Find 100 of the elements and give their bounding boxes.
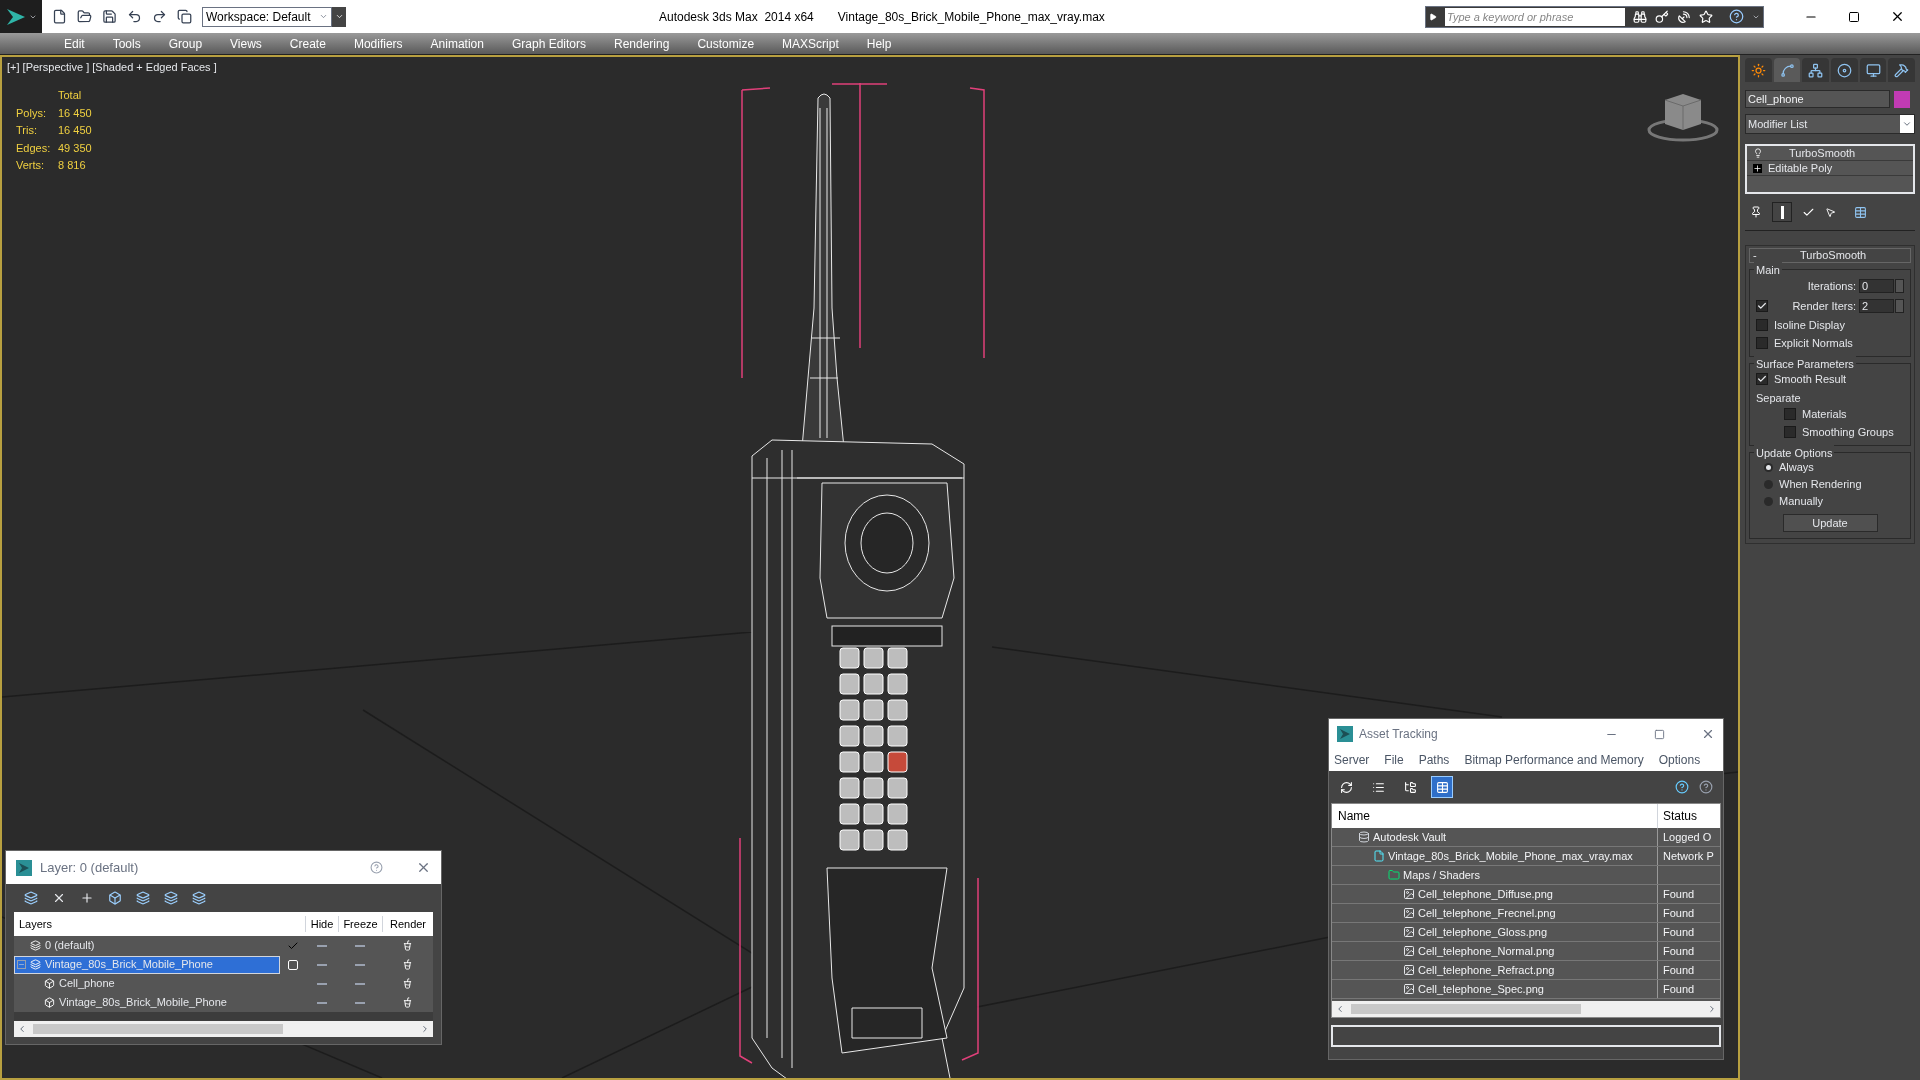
toolbar-options-button[interactable] (332, 6, 346, 27)
asset-row[interactable]: Cell_telephone_Diffuse.png (1332, 885, 1657, 903)
asset-row[interactable]: Cell_telephone_Spec.png (1332, 980, 1657, 998)
checkbox[interactable] (1756, 300, 1768, 312)
new-file-icon[interactable] (52, 9, 67, 24)
menu-item[interactable]: Rendering (600, 34, 684, 53)
stack-item[interactable]: Editable Poly (1747, 161, 1913, 176)
asset-name: Cell_telephone_Refract.png (1418, 962, 1555, 978)
rollout-header[interactable]: - TurboSmooth (1749, 248, 1911, 263)
viewcube-icon[interactable] (1647, 92, 1719, 142)
column-header[interactable]: Layers (14, 915, 280, 933)
asset-row[interactable]: Cell_telephone_Gloss.png (1332, 923, 1657, 941)
column-header[interactable]: Name (1332, 807, 1657, 825)
spinner-field[interactable]: 0 (1859, 279, 1894, 293)
app-menu-button[interactable] (0, 0, 42, 33)
column-header[interactable]: Freeze (338, 915, 382, 933)
add-icon[interactable] (80, 891, 94, 905)
hide-toggle-icon[interactable] (316, 963, 327, 966)
view-button[interactable] (1431, 776, 1453, 798)
freeze-toggle-icon[interactable] (355, 982, 365, 985)
undo-icon[interactable] (127, 9, 142, 24)
menu-item[interactable]: Views (216, 34, 276, 53)
asset-row[interactable]: Cell_telephone_Frecnel.png (1332, 904, 1657, 922)
radio-button[interactable] (1764, 497, 1773, 506)
open-folder-icon[interactable] (77, 9, 92, 24)
scroll-left-icon[interactable] (17, 1024, 27, 1034)
panel-tab[interactable] (1773, 58, 1801, 82)
collapse-toggle[interactable] (17, 960, 26, 969)
radio-button[interactable] (1764, 463, 1773, 472)
asset-row[interactable]: Autodesk Vault (1332, 828, 1657, 846)
layer-row[interactable]: Vintage_80s_Brick_Mobile_Phone (14, 993, 280, 1012)
menu-item[interactable]: Customize (683, 34, 769, 53)
freeze-toggle-icon[interactable] (355, 963, 365, 966)
panel-tab[interactable] (1888, 58, 1916, 82)
freeze-toggle-icon[interactable] (355, 944, 365, 947)
checkbox[interactable] (1756, 373, 1768, 385)
path-field[interactable] (1331, 1025, 1721, 1047)
panel-tab[interactable] (1831, 58, 1858, 82)
layer-row[interactable]: Cell_phone (14, 974, 280, 993)
help-icon[interactable] (1699, 780, 1713, 794)
maximize-icon[interactable] (1848, 10, 1860, 23)
workspace-dropdown[interactable]: Workspace: Default (202, 6, 332, 27)
menu-item[interactable]: Modifiers (339, 34, 417, 53)
close-icon[interactable] (1890, 9, 1905, 24)
current-layer-toggle[interactable] (287, 959, 298, 970)
checkbox[interactable] (1756, 319, 1768, 331)
menu-item[interactable]: Options (1658, 751, 1701, 769)
horizontal-scrollbar-thumb[interactable] (1351, 1004, 1581, 1014)
show-end-result-button[interactable] (1772, 202, 1792, 222)
radio-button[interactable] (1764, 480, 1773, 489)
scroll-right-icon[interactable] (1707, 1004, 1717, 1014)
menu-item[interactable]: Create (275, 34, 340, 53)
menu-item[interactable]: Bitmap Performance and Memory (1464, 751, 1644, 769)
freeze-toggle-icon[interactable] (355, 1001, 365, 1004)
panel-tab[interactable] (1859, 58, 1887, 82)
perspective-viewport[interactable] (0, 55, 1740, 1080)
save-icon[interactable] (102, 9, 117, 24)
menu-item[interactable]: Tools (98, 34, 155, 53)
menu-item[interactable]: Graph Editors (497, 34, 600, 53)
curve-icon (1779, 62, 1795, 78)
scroll-right-icon[interactable] (420, 1024, 430, 1034)
hide-toggle-icon[interactable] (316, 982, 327, 985)
object-name-field[interactable]: Cell_phone (1745, 90, 1890, 108)
spinner-field[interactable]: 2 (1859, 299, 1894, 313)
layer-row[interactable]: Vintage_80s_Brick_Mobile_Phone (14, 955, 280, 974)
menu-item[interactable]: Group (154, 34, 217, 53)
menu-item[interactable]: Edit (50, 34, 99, 53)
checkbox[interactable] (1784, 408, 1796, 420)
update-button[interactable]: Update (1782, 514, 1878, 532)
select-objects-icon[interactable] (108, 891, 122, 905)
menu-item[interactable]: MAXScript (768, 34, 853, 53)
viewport-label[interactable]: [+] [Perspective ] [Shaded + Edged Faces ] (7, 59, 217, 76)
menu-item[interactable]: File (1384, 751, 1404, 769)
horizontal-scrollbar-thumb[interactable] (33, 1024, 283, 1034)
checkbox[interactable] (1756, 337, 1768, 349)
checkbox[interactable] (1784, 426, 1796, 438)
column-header[interactable]: Render (382, 915, 433, 933)
scroll-left-icon[interactable] (1335, 1004, 1345, 1014)
hide-toggle-icon[interactable] (316, 944, 327, 947)
asset-row[interactable]: Cell_telephone_Normal.png (1332, 942, 1657, 960)
layer-row[interactable]: 0 (default) (14, 936, 280, 955)
hide-toggle-icon[interactable] (316, 1001, 327, 1004)
asset-row[interactable]: Vintage_80s_Brick_Mobile_Phone_max_vray.max (1332, 847, 1657, 865)
pin-icon[interactable] (1750, 206, 1762, 218)
stack-item[interactable]: TurboSmooth (1747, 146, 1913, 161)
redo-icon[interactable] (152, 9, 167, 24)
delete-icon[interactable] (52, 891, 66, 905)
asset-row[interactable]: Cell_telephone_Refract.png (1332, 961, 1657, 979)
panel-tab[interactable] (1745, 58, 1772, 82)
menu-item[interactable]: Paths (1418, 751, 1450, 769)
menu-item[interactable]: Server (1334, 751, 1370, 769)
column-header[interactable]: Hide (305, 915, 338, 933)
asset-row[interactable]: Maps / Shaders (1332, 866, 1657, 884)
menu-item[interactable]: Animation (416, 34, 498, 53)
column-header[interactable]: Status (1657, 804, 1720, 828)
help-icon[interactable] (1675, 780, 1689, 794)
menu-item[interactable]: Help (852, 34, 906, 53)
modifier-list-dropdown[interactable]: Modifier List (1745, 114, 1915, 134)
panel-tab[interactable] (1802, 58, 1829, 82)
object-color-swatch[interactable] (1894, 90, 1910, 108)
